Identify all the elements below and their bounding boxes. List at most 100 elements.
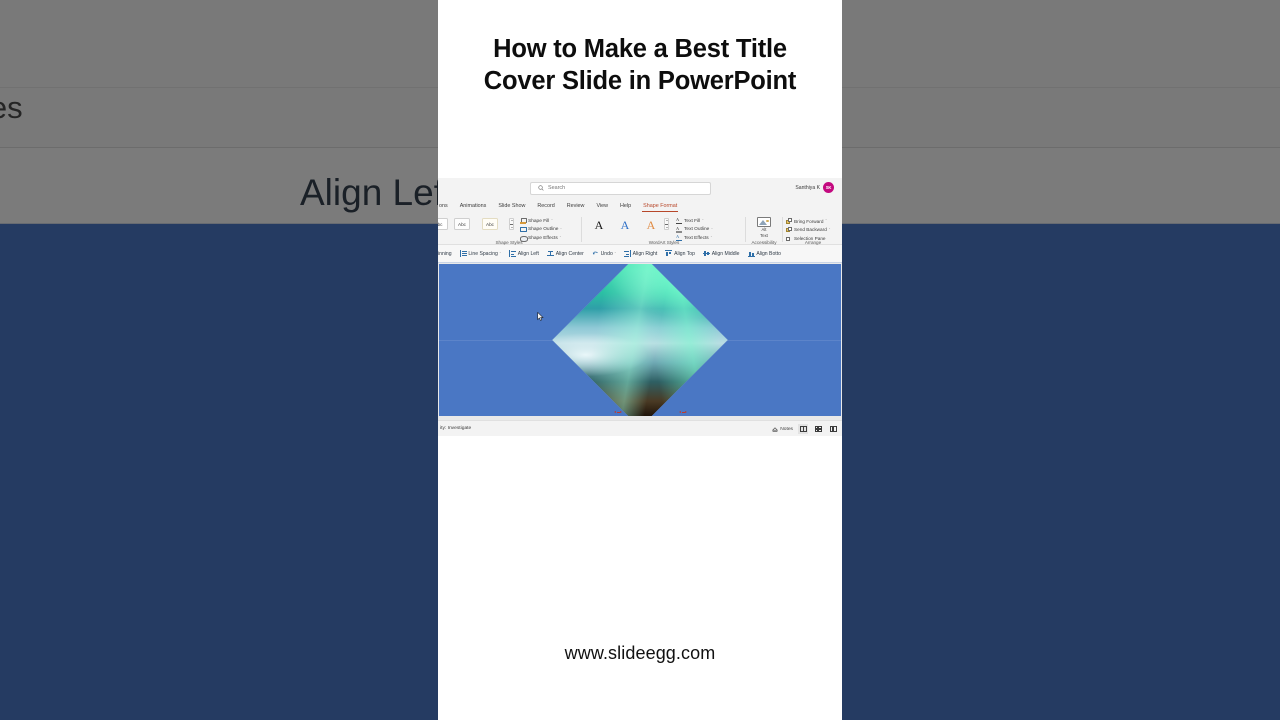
send-backward-icon: [786, 226, 792, 233]
search-icon: [538, 185, 544, 191]
qat-align-top-label: Align Top: [674, 250, 695, 257]
chevron-down-icon: ˇ: [551, 219, 553, 223]
align-left-icon: [508, 250, 516, 257]
marker-right: [679, 411, 688, 413]
qat-align-right[interactable]: Align Right: [620, 250, 661, 257]
shape-styles-group-label: Shape Styles: [495, 239, 523, 245]
page-title: How to Make a Best Title Cover Slide in …: [438, 34, 842, 98]
marker-left: [614, 411, 623, 413]
slide-canvas[interactable]: [439, 264, 841, 416]
text-fill-button[interactable]: A Text Fill ˇ: [676, 217, 704, 224]
shape-fill-label: Shape Fill: [528, 218, 550, 224]
search-input[interactable]: Search: [530, 181, 711, 195]
accessibility-status[interactable]: ity: Investigate: [438, 426, 471, 431]
account-button[interactable]: Santhiya K SK: [795, 182, 834, 193]
align-bottom-icon: [747, 250, 755, 257]
tab-transitions[interactable]: ons: [438, 199, 454, 214]
app-title-bar: Search Santhiya K SK: [438, 178, 842, 199]
notes-button[interactable]: Notes: [772, 426, 793, 432]
qat-align-right-label: Align Right: [632, 250, 658, 257]
shape-style-1[interactable]: bc: [438, 218, 448, 230]
avatar: SK: [823, 182, 834, 193]
screen-root: Shape Effects \u02c7 Shape Styles t Effe…: [0, 0, 1280, 720]
video-center-panel: How to Make a Best Title Cover Slide in …: [438, 0, 842, 720]
shape-outline-icon: [520, 226, 527, 233]
app-bottom-filler: [438, 436, 842, 548]
wordart-styles-group-label: WordArt Styles: [648, 239, 680, 245]
reading-view-button[interactable]: [828, 424, 838, 434]
arrange-group-label: Arrange: [804, 239, 822, 245]
normal-view-icon: [799, 426, 807, 432]
tab-record[interactable]: Record: [531, 199, 560, 214]
chevron-down-icon: ˇ: [828, 227, 831, 232]
qat-line-spacing-label: Line Spacing: [468, 250, 498, 257]
tab-shape-format[interactable]: Shape Format: [637, 199, 683, 214]
bring-forward-button[interactable]: Bring Forward ˇ: [786, 218, 827, 224]
chevron-down-icon: ˇ: [499, 251, 501, 256]
tab-review[interactable]: Review: [561, 199, 591, 214]
accessibility-group-label: Accessibility: [751, 239, 777, 245]
diamond-image-shape[interactable]: [552, 264, 728, 416]
chevron-down-icon: ˇ: [560, 227, 562, 232]
text-fill-icon: A: [676, 217, 682, 224]
wordart-gallery-spinner[interactable]: [664, 218, 669, 230]
shape-fill-icon: [520, 218, 527, 224]
qat-undo[interactable]: Undo ˇ: [588, 250, 620, 257]
alt-text-label-1: Alt: [761, 227, 767, 232]
undo-icon: [592, 250, 599, 257]
align-right-icon: [624, 250, 631, 257]
text-outline-icon: A: [676, 226, 682, 233]
qat-align-center[interactable]: Align Center: [543, 250, 588, 257]
qat-align-bottom-label: Align Botto: [756, 250, 781, 257]
align-middle-icon: [702, 250, 710, 257]
qat-line-spacing[interactable]: Line Spacing ˇ: [456, 250, 505, 257]
text-outline-button[interactable]: A Text Outline ˇ: [676, 226, 713, 233]
notes-icon: [772, 427, 779, 432]
slide-sorter-icon: [814, 426, 822, 432]
ribbon-tab-strip: ons Animations Slide Show Record Review …: [438, 199, 842, 214]
normal-view-button[interactable]: [798, 424, 808, 434]
chevron-down-icon: ˇ: [702, 219, 704, 223]
notes-label: Notes: [780, 426, 793, 432]
alt-text-button[interactable]: Alt Text: [755, 217, 773, 241]
qat-align-bottom[interactable]: Align Botto: [744, 250, 785, 257]
title-line-2: Cover Slide in PowerPoint: [483, 66, 797, 95]
qat-from-beginning[interactable]: inning: [438, 251, 456, 257]
alt-text-icon: [757, 217, 771, 227]
tab-view[interactable]: View: [590, 199, 614, 214]
align-center-icon: [546, 250, 554, 257]
bring-forward-label: Bring Forward: [794, 218, 824, 224]
wordart-style-1[interactable]: A: [592, 218, 606, 232]
wordart-style-2[interactable]: A: [618, 218, 632, 232]
shape-style-3[interactable]: Abc: [482, 218, 498, 230]
slide-editing-area: [438, 263, 842, 420]
text-outline-label: Text Outline: [684, 227, 710, 232]
quick-access-toolbar: inning Line Spacing ˇ Align Left Align C…: [438, 245, 842, 263]
qat-align-top[interactable]: Align Top: [661, 250, 699, 257]
qat-align-middle[interactable]: Align Middle: [699, 250, 744, 257]
status-bar-right: Notes: [772, 421, 838, 437]
chevron-down-icon: ˇ: [711, 227, 713, 232]
bring-forward-icon: [786, 218, 792, 224]
status-bar: ity: Investigate Notes: [438, 420, 842, 436]
tab-slide-show[interactable]: Slide Show: [492, 199, 531, 214]
send-backward-button[interactable]: Send Backward ˇ: [786, 226, 831, 233]
shape-outline-button[interactable]: Shape Outline ˇ: [520, 226, 562, 233]
shape-style-gallery-spinner[interactable]: [509, 218, 514, 230]
chevron-down-icon: ˇ: [614, 251, 616, 256]
slide-bottom-markers: [439, 410, 841, 416]
qat-align-middle-label: Align Middle: [711, 250, 740, 257]
ribbon-group-wordart-styles: A A A A Text Fill ˇ A Text Outline ˇ A T…: [584, 214, 744, 245]
qat-align-left[interactable]: Align Left: [505, 250, 543, 257]
ribbon-group-accessibility: Alt Text Accessibility: [747, 214, 781, 245]
ribbon-group-arrange: Bring Forward ˇ Send Backward ˇ Selectio…: [784, 214, 842, 245]
alt-text-label-2: Text: [760, 232, 768, 238]
qat-align-center-label: Align Center: [555, 250, 584, 257]
wordart-style-3[interactable]: A: [644, 218, 658, 232]
tab-animations[interactable]: Animations: [454, 199, 493, 214]
shape-style-2[interactable]: Abc: [454, 218, 470, 230]
shape-fill-button[interactable]: Shape Fill ˇ: [520, 218, 553, 224]
slide-sorter-view-button[interactable]: [813, 424, 823, 434]
shape-outline-label: Shape Outline: [528, 227, 559, 232]
tab-help[interactable]: Help: [614, 199, 637, 214]
